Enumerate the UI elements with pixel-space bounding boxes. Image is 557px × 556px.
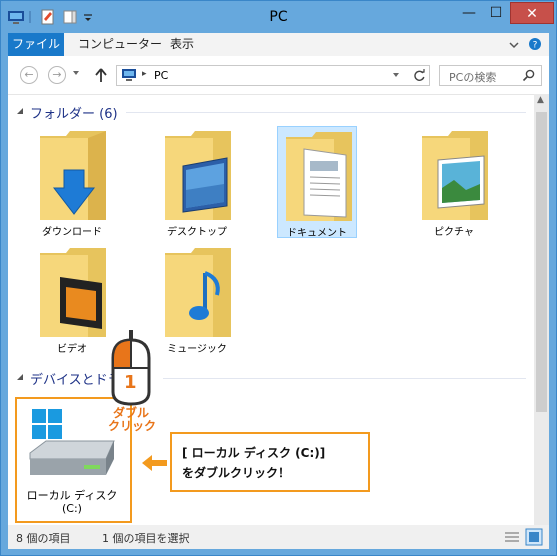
breadcrumb[interactable]: PC	[154, 69, 168, 82]
collapse-group-icon[interactable]	[16, 374, 24, 382]
forward-icon[interactable]: →	[48, 66, 66, 84]
large-icons-view-icon[interactable]	[525, 528, 543, 546]
minimize-button[interactable]: —	[456, 2, 482, 24]
scroll-up-icon[interactable]: ▲	[537, 95, 544, 105]
folder-videos[interactable]: ビデオ	[32, 243, 112, 355]
back-icon[interactable]: ←	[20, 66, 38, 84]
documents-folder-icon	[286, 132, 352, 221]
recent-locations-icon[interactable]	[72, 69, 80, 77]
instruction-callout: [ ローカル ディスク (C:)] をダブルクリック！	[170, 432, 370, 492]
tab-computer[interactable]: コンピューター	[78, 33, 162, 56]
svg-text:?: ?	[533, 41, 538, 51]
details-view-icon[interactable]	[504, 530, 520, 544]
computer-icon	[122, 69, 136, 81]
item-label: デスクトップ	[167, 227, 227, 238]
group-divider	[126, 112, 526, 113]
vertical-scrollbar[interactable]: ▲ ▼	[534, 94, 549, 544]
address-bar[interactable]: ▸ PC	[116, 65, 430, 86]
desktop-folder-icon	[165, 131, 231, 220]
item-label: ピクチャ	[434, 227, 474, 238]
folder-music[interactable]: ミュージック	[157, 243, 237, 355]
item-label: ミュージック	[167, 344, 227, 355]
collapse-group-icon[interactable]	[16, 108, 24, 116]
group-header-folders[interactable]: フォルダー (6)	[30, 103, 118, 122]
callout-line: をダブルクリック！	[182, 466, 291, 480]
folder-desktop[interactable]: デスクトップ	[157, 126, 237, 238]
search-icon[interactable]	[522, 69, 535, 82]
status-bar: 8 個の項目 1 個の項目を選択	[8, 525, 549, 549]
item-label: ダウンロード	[42, 227, 102, 238]
title-bar: PC — ☐ ✕	[1, 1, 556, 33]
music-folder-icon	[165, 248, 231, 337]
search-placeholder: PCの検索	[449, 71, 497, 84]
scrollbar-thumb[interactable]	[536, 112, 547, 412]
maximize-button[interactable]: ☐	[483, 2, 509, 24]
downloads-folder-icon	[40, 131, 106, 220]
close-button[interactable]: ✕	[510, 2, 554, 24]
step-number: 1	[124, 372, 137, 393]
refresh-icon[interactable]	[413, 69, 426, 82]
search-input[interactable]: PCの検索	[439, 65, 542, 86]
breadcrumb-separator-icon: ▸	[142, 69, 147, 79]
folder-documents[interactable]: ドキュメント	[277, 126, 357, 239]
ribbon-tabs: ファイル コンピューター 表示 ?	[8, 33, 549, 56]
videos-folder-icon	[40, 248, 106, 337]
item-label: ドキュメント	[287, 228, 347, 239]
chevron-down-icon[interactable]	[392, 71, 400, 79]
item-count: 8 個の項目	[16, 532, 71, 545]
callout-line: [ ローカル ディスク (C:)]	[182, 446, 326, 460]
up-arrow-icon[interactable]	[94, 67, 108, 83]
tab-view[interactable]: 表示	[170, 33, 194, 56]
folder-pictures[interactable]: ピクチャ	[414, 126, 494, 238]
folder-downloads[interactable]: ダウンロード	[32, 126, 112, 238]
action-label: クリック	[108, 419, 157, 433]
arrow-left-icon	[142, 455, 167, 471]
item-label: ビデオ	[57, 344, 87, 355]
selected-count: 1 個の項目を選択	[102, 532, 190, 545]
tab-file[interactable]: ファイル	[8, 33, 64, 56]
navigation-bar: ← → ▸ PC PCの検索	[8, 56, 549, 95]
pictures-folder-icon	[422, 131, 488, 220]
help-icon[interactable]: ?	[528, 37, 542, 51]
group-divider	[163, 378, 526, 379]
chevron-down-icon[interactable]	[508, 39, 520, 51]
